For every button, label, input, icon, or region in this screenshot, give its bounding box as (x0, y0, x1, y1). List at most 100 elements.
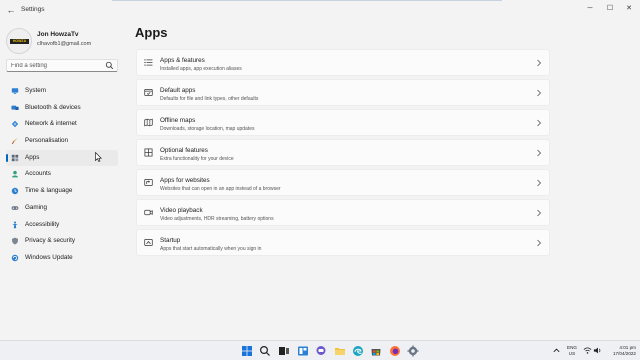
search-icon[interactable] (105, 61, 114, 70)
card-title: Startup (160, 237, 181, 244)
window-title: Settings (21, 6, 45, 13)
sidebar-item-time-language[interactable]: Time & language (6, 183, 118, 200)
language-code: ENG (567, 345, 577, 350)
sidebar-nav: System Bluetooth & devices Network & int… (6, 83, 118, 267)
chevron-right-icon (537, 179, 542, 187)
chevron-right-icon (537, 119, 542, 127)
user-email: clhavofb1@gmail.com (37, 41, 92, 47)
card-title: Optional features (160, 147, 208, 154)
card-description: Downloads, storage location, map updates (160, 126, 255, 132)
chevron-right-icon (537, 239, 542, 247)
map-icon (144, 118, 153, 127)
sidebar-item-label: Personalisation (25, 137, 69, 145)
brush-icon (11, 137, 18, 145)
globe-clock-icon (11, 187, 19, 195)
search-icon[interactable] (259, 345, 271, 357)
sidebar-item-label: Bluetooth & devices (25, 103, 81, 111)
card-title: Offline maps (160, 117, 196, 124)
file-explorer-icon[interactable] (334, 345, 346, 357)
title-bar: ← Settings ─ ☐ ✕ (0, 0, 640, 20)
close-icon[interactable]: ✕ (622, 3, 636, 15)
back-arrow-icon[interactable]: ← (6, 5, 16, 15)
clock-time: 4:01 pm (619, 345, 636, 350)
user-name: Jon HowzaTv (37, 31, 79, 38)
grid-icon (144, 148, 153, 157)
sidebar-item-system[interactable]: System (6, 83, 118, 100)
card-apps-for-websites[interactable]: Apps for websites Websites that can open… (136, 169, 550, 196)
sidebar-item-label: Time & language (25, 187, 73, 195)
card-offline-maps[interactable]: Offline maps Downloads, storage location… (136, 109, 550, 136)
sidebar-item-label: Network & internet (25, 120, 77, 128)
sidebar-item-bluetooth[interactable]: Bluetooth & devices (6, 100, 118, 117)
sidebar-item-label: Privacy & security (25, 237, 76, 245)
avatar: HOWZA (6, 28, 32, 54)
card-startup[interactable]: Startup Apps that start automatically wh… (136, 229, 550, 256)
sidebar-item-windows-update[interactable]: Windows Update (6, 250, 118, 267)
card-description: Installed apps, app execution aliases (160, 66, 242, 72)
apps-icon (11, 154, 19, 161)
maximize-icon[interactable]: ☐ (603, 3, 617, 15)
sidebar-item-gaming[interactable]: Gaming (6, 200, 118, 217)
network-icon (11, 121, 19, 128)
shield-icon (11, 237, 19, 245)
card-title: Apps & features (160, 57, 205, 64)
sidebar-item-accounts[interactable]: Accounts (6, 166, 118, 183)
sidebar-item-label: Accessibility (25, 220, 60, 228)
task-view-icon[interactable] (278, 345, 290, 357)
page-title: Apps (135, 25, 168, 40)
clock[interactable]: 4:01 pm 17/04/2022 (604, 345, 636, 357)
chat-icon[interactable] (315, 345, 327, 357)
firefox-icon[interactable] (389, 345, 401, 357)
chevron-right-icon (537, 89, 542, 97)
sidebar-item-label: System (25, 87, 46, 94)
mouse-cursor-icon (95, 152, 102, 162)
widgets-icon[interactable] (297, 345, 309, 357)
sidebar-item-label: Accounts (25, 170, 51, 178)
card-description: Defaults for file and link types, other … (160, 96, 259, 102)
chevron-right-icon (537, 59, 542, 67)
region-code: US (568, 350, 576, 356)
minimize-icon[interactable]: ─ (583, 3, 597, 15)
startup-icon (144, 238, 153, 247)
card-default-apps[interactable]: Default apps Defaults for file and link … (136, 79, 550, 106)
settings-icon[interactable] (407, 345, 419, 357)
search-input[interactable] (11, 61, 106, 71)
card-apps-features[interactable]: Apps & features Installed apps, app exec… (136, 49, 550, 76)
person-icon (11, 171, 19, 178)
card-video-playback[interactable]: Video playback Video adjustments, HDR st… (136, 199, 550, 226)
update-icon (11, 254, 19, 262)
card-title: Apps for websites (160, 177, 210, 184)
gamepad-icon (11, 206, 19, 210)
card-optional-features[interactable]: Optional features Extra functionality fo… (136, 139, 550, 166)
sidebar-item-accessibility[interactable]: Accessibility (6, 217, 118, 234)
search-box[interactable] (6, 59, 118, 72)
taskbar: ENG US 4:01 pm 17/04/2022 (0, 340, 640, 360)
card-title: Default apps (160, 87, 196, 94)
language-indicator[interactable]: ENG US (565, 345, 579, 356)
chevron-up-icon[interactable] (552, 346, 561, 355)
sidebar-item-privacy-security[interactable]: Privacy & security (6, 233, 118, 250)
accessibility-icon (12, 221, 18, 228)
chevron-right-icon (537, 209, 542, 217)
bluetooth-icon (11, 105, 19, 110)
sidebar-item-label: Windows Update (25, 253, 73, 261)
user-profile[interactable]: HOWZA Jon HowzaTv clhavofb1@gmail.com (6, 28, 121, 54)
edge-icon[interactable] (352, 345, 364, 357)
card-title: Video playback (160, 207, 203, 214)
monitor-icon (11, 88, 19, 94)
card-description: Video adjustments, HDR streaming, batter… (160, 216, 274, 222)
volume-icon[interactable] (593, 346, 602, 355)
wifi-icon[interactable] (583, 346, 592, 355)
web-app-icon (144, 178, 153, 187)
sidebar-item-network[interactable]: Network & internet (6, 116, 118, 133)
card-description: Websites that can open in an app instead… (160, 186, 281, 192)
chevron-right-icon (537, 149, 542, 157)
card-description: Apps that start automatically when you s… (160, 246, 262, 252)
clock-date: 17/04/2022 (613, 351, 636, 356)
store-icon[interactable] (370, 345, 382, 357)
card-description: Extra functionality for your device (160, 156, 234, 162)
avatar-logo-text: HOWZA (12, 39, 27, 43)
sidebar-item-label: Apps (25, 153, 40, 161)
sidebar-item-personalisation[interactable]: Personalisation (6, 133, 118, 150)
windows-start-icon[interactable] (241, 345, 253, 357)
